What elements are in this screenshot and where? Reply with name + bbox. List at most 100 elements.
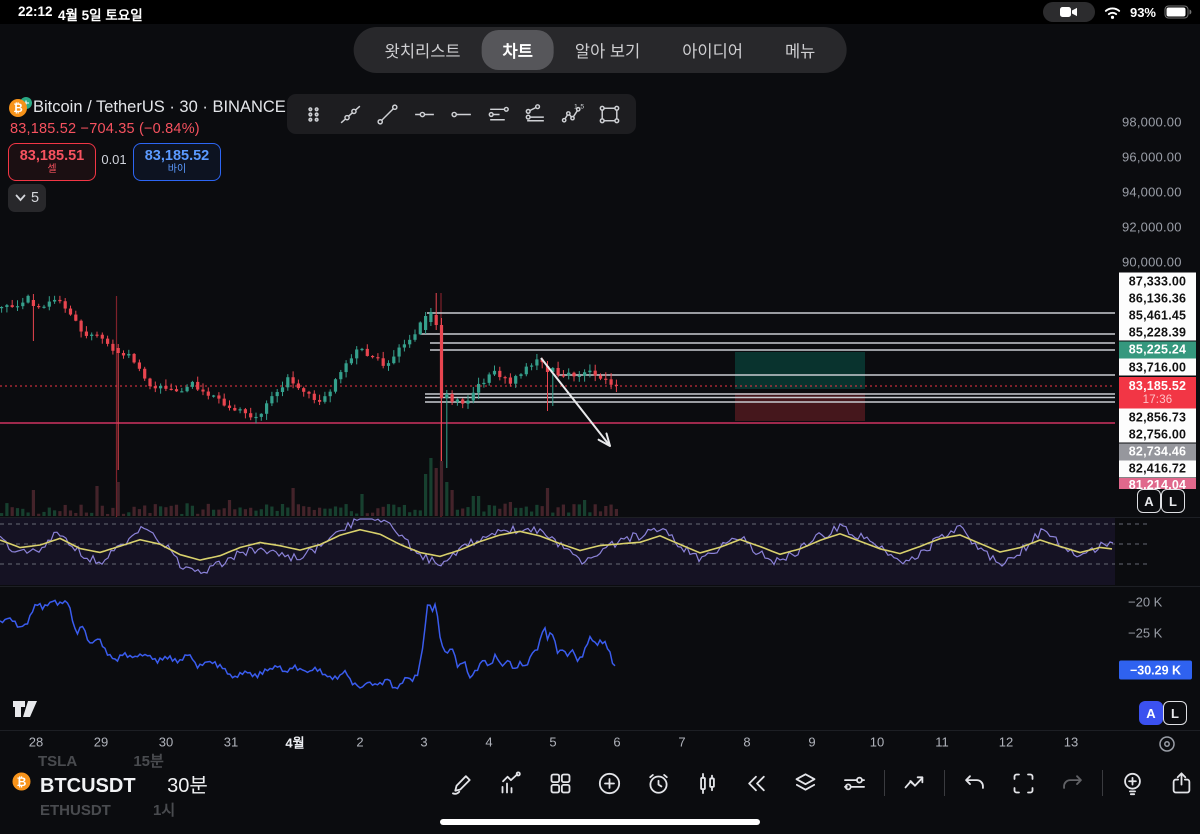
candle-count-value: 5 bbox=[31, 190, 39, 206]
time-tick: 10 bbox=[870, 735, 884, 750]
time-tick: 31 bbox=[224, 735, 238, 750]
price-level-label: 81,214.04 bbox=[1119, 478, 1196, 489]
picker-next-row[interactable]: ETHUSDT 1시 bbox=[40, 799, 175, 820]
price-level-label: 83,716.00 bbox=[1119, 359, 1196, 376]
battery-icon bbox=[1164, 5, 1192, 19]
time-tick: 4 bbox=[485, 735, 492, 750]
nav-tab-2[interactable]: 차트 bbox=[482, 30, 554, 70]
picker-prev-symbol: TSLA bbox=[38, 753, 77, 770]
status-date: 4월 5일 토요일 bbox=[58, 4, 143, 24]
cvd-scale-tick: −25 K bbox=[1128, 626, 1162, 641]
time-tick: 28 bbox=[29, 735, 43, 750]
idea-bulb-icon[interactable] bbox=[1108, 764, 1157, 802]
layouts-icon[interactable] bbox=[536, 764, 585, 802]
share-icon[interactable] bbox=[1157, 764, 1200, 802]
nav-tab-4[interactable]: 아이디어 bbox=[661, 30, 764, 70]
pane-button-a[interactable]: A bbox=[1137, 489, 1161, 513]
pane-button-l[interactable]: L bbox=[1161, 489, 1185, 513]
bar-replay-icon[interactable] bbox=[732, 764, 781, 802]
nav-tab-1[interactable]: 왓치리스트 bbox=[364, 30, 482, 70]
time-tick: 3 bbox=[420, 735, 427, 750]
info-line-icon[interactable] bbox=[332, 96, 369, 132]
price-level-label: 82,856.73 bbox=[1119, 409, 1196, 426]
symbol-title[interactable]: Bitcoin / TetherUS · 30 · BINANCE bbox=[33, 98, 286, 117]
buy-button[interactable]: 83,185.52 바이 bbox=[133, 143, 221, 181]
horizontal-ray-icon[interactable] bbox=[443, 96, 480, 132]
parallel-channel-icon[interactable] bbox=[480, 96, 517, 132]
picker-current-row[interactable]: BTCUSDT 30분 bbox=[40, 769, 208, 798]
fullscreen-icon[interactable] bbox=[999, 764, 1048, 802]
redo-icon[interactable] bbox=[1048, 764, 1097, 802]
chart-type-icon[interactable] bbox=[683, 764, 732, 802]
rectangle-icon[interactable] bbox=[591, 96, 628, 132]
status-time: 22:12 bbox=[18, 4, 53, 19]
buy-price: 83,185.52 bbox=[145, 149, 210, 164]
settings-sliders-icon[interactable] bbox=[830, 764, 879, 802]
spread-value: 0.01 bbox=[99, 152, 129, 167]
undo-icon[interactable] bbox=[950, 764, 999, 802]
price-tick: 92,000.00 bbox=[1122, 220, 1196, 235]
price-level-label: 87,333.00 bbox=[1119, 273, 1196, 290]
patterns-icon[interactable] bbox=[890, 764, 939, 802]
time-tick: 4월 bbox=[285, 733, 304, 752]
disjoint-channel-icon[interactable] bbox=[517, 96, 554, 132]
bottom-toolbar bbox=[438, 764, 1200, 802]
wifi-icon bbox=[1103, 5, 1122, 20]
nav-tab-3[interactable]: 알아 보기 bbox=[554, 30, 661, 70]
candle-count-button[interactable]: 5 bbox=[8, 184, 46, 212]
time-tick: 29 bbox=[94, 735, 108, 750]
alert-clock-icon[interactable] bbox=[634, 764, 683, 802]
current-interval: 30분 bbox=[167, 769, 208, 798]
chevron-down-icon bbox=[15, 194, 26, 202]
trend-line-icon[interactable] bbox=[369, 96, 406, 132]
draw-icon[interactable] bbox=[438, 764, 487, 802]
time-tick: 6 bbox=[613, 735, 620, 750]
elliott-wave-icon[interactable]: 15 bbox=[554, 96, 591, 132]
horizontal-line-icon[interactable] bbox=[406, 96, 443, 132]
time-tick: 11 bbox=[935, 735, 949, 750]
time-tick: 2 bbox=[356, 735, 363, 750]
price-level-label: 85,228.39 bbox=[1119, 324, 1196, 341]
video-camera-icon bbox=[1058, 4, 1080, 20]
svg-text:5: 5 bbox=[580, 103, 584, 110]
price-tick: 90,000.00 bbox=[1122, 255, 1196, 270]
symbol-price-change: 83,185.52 −704.35 (−0.84%) bbox=[10, 121, 200, 137]
price-level-label: 82,734.46 bbox=[1119, 443, 1196, 460]
indicators-icon[interactable] bbox=[487, 764, 536, 802]
toolbar-divider bbox=[1102, 770, 1103, 796]
sell-button[interactable]: 83,185.51 셀 bbox=[8, 143, 96, 181]
time-tick: 13 bbox=[1064, 735, 1078, 750]
toolbar-divider bbox=[884, 770, 885, 796]
time-tick: 12 bbox=[999, 735, 1013, 750]
time-tick: 5 bbox=[549, 735, 556, 750]
lower-pane-button-a[interactable]: A bbox=[1139, 701, 1163, 725]
screen-recording-pill[interactable] bbox=[1043, 2, 1095, 22]
time-tick: 9 bbox=[808, 735, 815, 750]
price-level-label: 82,756.00 bbox=[1119, 426, 1196, 443]
picker-prev-interval: 15분 bbox=[133, 750, 164, 771]
sell-label: 셀 bbox=[47, 165, 56, 176]
picker-prev-row[interactable]: TSLA 15분 bbox=[38, 750, 164, 771]
symbol-pair-icon: ₿ bbox=[8, 96, 34, 118]
drawing-toolbar: 15 bbox=[287, 94, 636, 134]
time-tick: 7 bbox=[678, 735, 685, 750]
tradingview-logo[interactable] bbox=[12, 697, 44, 721]
tradingview-app: 22:12 4월 5일 토요일 93% 왓치리스트차트알아 보기아이디 bbox=[0, 0, 1200, 834]
layers-icon[interactable] bbox=[781, 764, 830, 802]
time-axis-settings-icon[interactable] bbox=[1158, 735, 1176, 753]
btc-coin-icon: ₿ bbox=[12, 772, 31, 791]
svg-text:₿: ₿ bbox=[13, 103, 22, 115]
price-level-label: 85,461.45 bbox=[1119, 307, 1196, 324]
price-level-label: 86,136.36 bbox=[1119, 290, 1196, 307]
nav-tab-5[interactable]: 메뉴 bbox=[764, 30, 836, 70]
battery-percent: 93% bbox=[1130, 5, 1156, 20]
picker-next-interval: 1시 bbox=[153, 799, 175, 820]
add-icon[interactable] bbox=[585, 764, 634, 802]
lower-pane-button-l[interactable]: L bbox=[1163, 701, 1187, 725]
drag-handle-icon[interactable] bbox=[295, 96, 332, 132]
home-indicator[interactable] bbox=[440, 819, 760, 825]
toolbar-divider bbox=[944, 770, 945, 796]
top-nav: 왓치리스트차트알아 보기아이디어메뉴 bbox=[354, 27, 847, 73]
sell-price: 83,185.51 bbox=[20, 149, 85, 164]
current-price-label: 83,185.5217:36 bbox=[1119, 377, 1196, 409]
